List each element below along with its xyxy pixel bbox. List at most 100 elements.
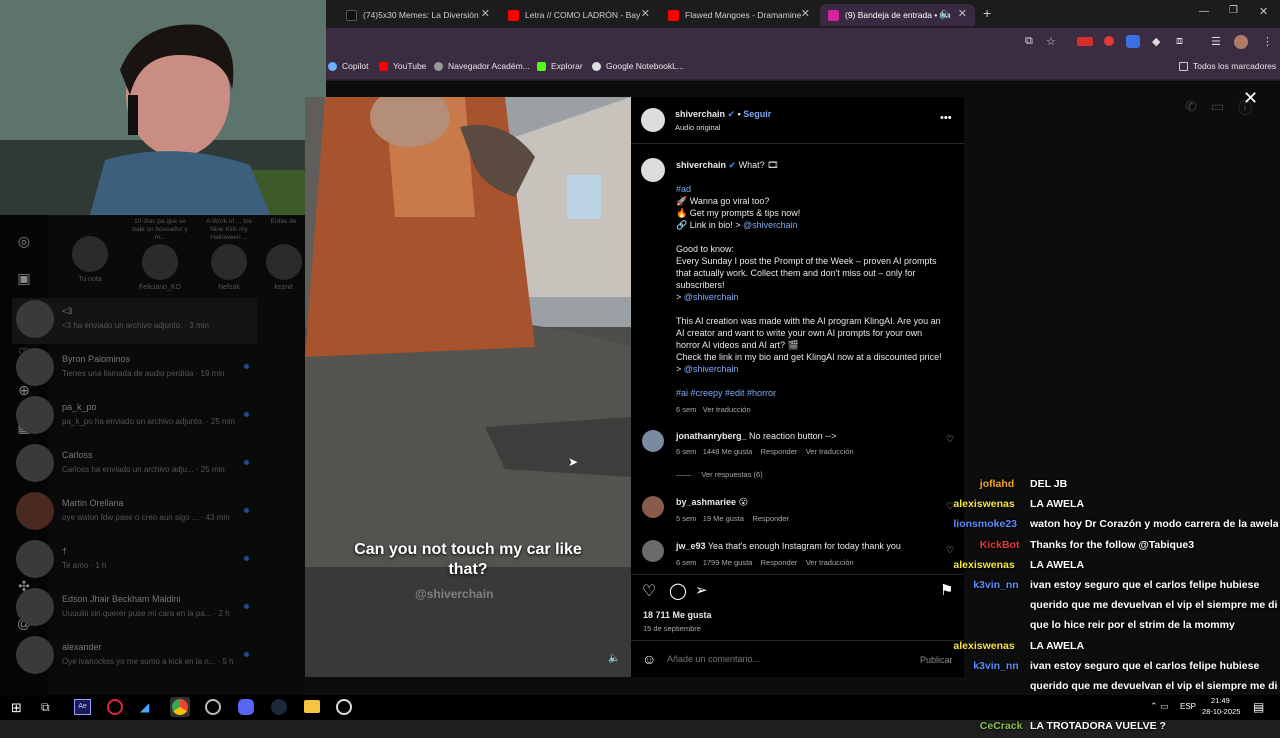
chat-username[interactable]: alexiswenas bbox=[953, 498, 1014, 510]
bookmark-copilot[interactable]: Copilot bbox=[328, 61, 368, 71]
chrome-icon[interactable] bbox=[172, 699, 188, 715]
new-tab-button[interactable]: + bbox=[983, 5, 991, 21]
close-window-button[interactable]: ✕ bbox=[1259, 5, 1268, 18]
language-indicator[interactable]: ESP bbox=[1180, 702, 1196, 711]
all-bookmarks[interactable]: Todos los marcadores bbox=[1179, 61, 1276, 71]
tab-instagram[interactable]: (9) Bandeja de entrada • Ch 🔈 ✕ bbox=[820, 4, 975, 26]
clock-date[interactable]: 28-10-2025 bbox=[1202, 707, 1240, 716]
after-effects-icon[interactable]: Ae bbox=[74, 699, 91, 715]
reply-button[interactable]: Responder bbox=[761, 447, 798, 456]
chat-username[interactable]: alexiswenas bbox=[953, 640, 1014, 652]
tab-flawed-mangoes[interactable]: Flawed Mangoes - Dramamine ✕ bbox=[660, 4, 818, 26]
tab-letra[interactable]: Letra // COMO LADRÓN - Bay ✕ bbox=[500, 4, 658, 26]
reply-button[interactable]: Responder bbox=[752, 514, 789, 523]
minimize-button[interactable]: — bbox=[1199, 6, 1209, 17]
avatar[interactable] bbox=[641, 158, 665, 182]
mention-link[interactable]: @shiverchain bbox=[743, 220, 798, 230]
close-tab-icon[interactable]: ✕ bbox=[958, 7, 967, 20]
list-item[interactable]: Byron Palominos Tienes una llamada de aud… bbox=[12, 346, 257, 392]
extension-icon[interactable] bbox=[1104, 36, 1114, 46]
explore-icon[interactable]: ◎ bbox=[16, 233, 32, 249]
mute-tab-icon[interactable]: 🔈 bbox=[939, 7, 953, 20]
reel-video[interactable]: Can you not touch my car like that? @shi… bbox=[305, 97, 631, 677]
list-item[interactable]: † Te amo · 1 h bbox=[12, 538, 257, 584]
windows-start-icon[interactable]: ⊞ bbox=[11, 700, 22, 716]
media-player-icon[interactable] bbox=[336, 699, 352, 715]
menu-icon[interactable]: ⋮ bbox=[1262, 35, 1273, 48]
bookmark-navegador[interactable]: Navegador Académ... bbox=[434, 61, 530, 71]
follow-button[interactable]: Seguir bbox=[743, 109, 771, 119]
reply-button[interactable]: Responder bbox=[761, 558, 798, 567]
restore-button[interactable]: ❐ bbox=[1229, 5, 1238, 16]
hashtags[interactable]: #ai #creepy #edit #horror bbox=[676, 388, 776, 398]
notifications-icon[interactable]: ▤ bbox=[1253, 700, 1264, 714]
avatar[interactable] bbox=[642, 540, 664, 562]
translate-link[interactable]: Ver traducción bbox=[703, 405, 751, 414]
story-item[interactable]: Tu nota bbox=[60, 222, 120, 283]
list-item[interactable]: <3 <3 ha enviado un archivo adjunto. · 3 … bbox=[12, 298, 257, 344]
discord-icon[interactable] bbox=[238, 699, 254, 715]
mute-icon[interactable]: 🔈 bbox=[608, 653, 620, 664]
chat-username[interactable]: k3vin_nn bbox=[973, 660, 1019, 672]
chat-username[interactable]: alexiswenas bbox=[953, 559, 1014, 571]
emoji-icon[interactable]: ☺ bbox=[642, 651, 656, 667]
extensions-puzzle-icon[interactable]: ⧈ bbox=[1176, 35, 1183, 48]
cast-icon[interactable]: ⧉ bbox=[1025, 35, 1033, 48]
like-icon[interactable]: ♡ bbox=[642, 581, 656, 601]
chat-username[interactable]: joflahd bbox=[980, 478, 1014, 490]
close-tab-icon[interactable]: ✕ bbox=[801, 7, 810, 20]
chat-username[interactable]: CeCrack bbox=[980, 720, 1023, 732]
list-item[interactable]: Edson Jhair Beckham Maldini Uuuuiiii sin … bbox=[12, 586, 257, 632]
opera-icon[interactable] bbox=[107, 699, 123, 715]
task-view-icon[interactable]: ⧉ bbox=[41, 700, 50, 715]
comment-icon[interactable]: ◯ bbox=[669, 581, 687, 601]
bookmark-youtube[interactable]: YouTube bbox=[379, 61, 426, 71]
story-item[interactable]: 10 días pa que se baje un boxeador y m..… bbox=[130, 218, 190, 291]
like-comment-icon[interactable]: ♡ bbox=[946, 434, 954, 445]
audio-label[interactable]: Audio original bbox=[675, 123, 720, 132]
list-item[interactable]: alexander Oye ivanockss yo me sumo a kick… bbox=[12, 634, 257, 680]
post-author-header[interactable]: shiverchain ✔ • Seguir bbox=[675, 109, 771, 120]
story-item[interactable]: A Work of ... Ice Nine Kills my Hallowee… bbox=[199, 218, 259, 291]
file-explorer-icon[interactable] bbox=[304, 700, 320, 713]
translate-extension-icon[interactable] bbox=[1126, 35, 1140, 48]
chat-username[interactable]: k3vin_nn bbox=[973, 579, 1019, 591]
view-replies[interactable]: —— Ver respuestas (6) bbox=[676, 470, 763, 479]
list-item[interactable]: Carloss Carloss ha enviado un archivo adj… bbox=[12, 442, 257, 488]
mention-link[interactable]: @shiverchain bbox=[684, 364, 739, 374]
translate-link[interactable]: Ver traducción bbox=[806, 447, 854, 456]
video-call-icon[interactable]: ▭ bbox=[1211, 98, 1224, 115]
mention-link[interactable]: @shiverchain bbox=[684, 292, 739, 302]
app-icon[interactable]: ◢ bbox=[140, 700, 149, 714]
reels-icon[interactable]: ▣ bbox=[16, 270, 32, 286]
hashtag-ad[interactable]: #ad bbox=[676, 184, 691, 194]
chat-username[interactable]: KickBot bbox=[980, 539, 1020, 551]
bookmark-notebooklm[interactable]: Google NotebookL... bbox=[592, 61, 684, 71]
close-modal-button[interactable]: ✕ bbox=[1243, 88, 1258, 109]
tray-icons[interactable]: ⌃ ▭ bbox=[1150, 701, 1169, 712]
extension-icon[interactable]: ◆ bbox=[1152, 35, 1160, 48]
avatar[interactable] bbox=[641, 108, 665, 132]
share-icon[interactable]: ➢ bbox=[695, 581, 708, 599]
translate-link[interactable]: Ver traducción bbox=[806, 558, 854, 567]
comment-input[interactable] bbox=[667, 651, 907, 667]
list-item[interactable]: Martin Orellana oye waton fdw pase o creo… bbox=[12, 490, 257, 536]
bookmark-explorar[interactable]: Explorar bbox=[537, 61, 583, 71]
phone-icon[interactable]: ✆ bbox=[1185, 98, 1197, 115]
likes-count[interactable]: 18 711 Me gusta bbox=[643, 610, 712, 620]
steam-icon[interactable] bbox=[271, 699, 287, 715]
list-item[interactable]: pa_k_po pa_k_po ha enviado un archivo adj… bbox=[12, 394, 257, 440]
clock-time[interactable]: 21:49 bbox=[1211, 696, 1230, 705]
story-item[interactable]: Enfas de keznit bbox=[262, 218, 305, 291]
reading-list-icon[interactable]: ☰ bbox=[1211, 35, 1221, 48]
chat-username[interactable]: lionsmoke23 bbox=[953, 518, 1017, 530]
tab-memes[interactable]: (74)5x30 Memes: La Diversión ✕ bbox=[338, 4, 498, 26]
close-tab-icon[interactable]: ✕ bbox=[641, 7, 650, 20]
avatar[interactable] bbox=[642, 496, 664, 518]
adblock-extension-icon[interactable] bbox=[1077, 37, 1093, 46]
obs-icon[interactable] bbox=[205, 699, 221, 715]
avatar[interactable] bbox=[642, 430, 664, 452]
bookmark-star-icon[interactable]: ☆ bbox=[1046, 35, 1056, 48]
close-tab-icon[interactable]: ✕ bbox=[481, 7, 490, 20]
profile-avatar[interactable] bbox=[1234, 35, 1248, 49]
